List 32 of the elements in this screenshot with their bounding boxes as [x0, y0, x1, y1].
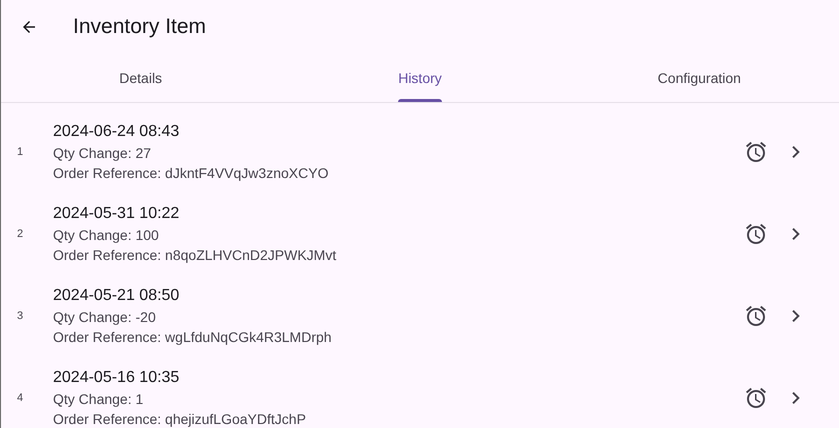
order-reference-text: Order Reference: wgLfduNqCGk4R3LMDrph	[53, 328, 333, 347]
order-reference-text: Order Reference: dJkntF4VVqJw3znoXCYO	[53, 164, 330, 183]
tab[interactable]: Details	[1, 54, 280, 102]
tab[interactable]: Configuration	[560, 54, 839, 102]
history-item[interactable]: 1 2024-06-24 08:43 Qty Change: 27 Order Reference: dJkntF4VVqJw3znoXCYO	[1, 111, 839, 193]
date-text: 2024-06-24 08:43	[53, 122, 180, 142]
row-number: 2	[16, 228, 24, 240]
qty-change-text: Qty Change: 1	[53, 390, 144, 409]
chevron-right-icon	[792, 310, 800, 322]
order-reference-text: Order Reference: n8qoZLHVCnD2JPWKJMvt	[53, 246, 338, 265]
date-text: 2024-05-21 08:50	[53, 286, 180, 306]
row-number: 3	[16, 310, 24, 322]
page-title: Inventory Item	[73, 15, 206, 39]
alarm-clock-icon	[744, 386, 768, 410]
qty-change-text: Qty Change: -20	[53, 308, 157, 327]
date-text: 2024-05-31 10:22	[53, 204, 180, 224]
alarm-clock-icon	[744, 304, 768, 328]
history-item[interactable]: 3 2024-05-21 08:50 Qty Change: -20 Order Reference: wgLfduNqCGk4R3LMDrph	[1, 275, 839, 357]
row-number: 4	[16, 392, 24, 404]
alarm-clock-icon	[744, 140, 768, 164]
row-number: 1	[16, 146, 24, 158]
order-reference-text: Order Reference: qhejizufLGoaYDftJchP	[53, 410, 307, 428]
alarm-clock-icon	[744, 222, 768, 246]
chevron-right-icon	[792, 146, 800, 158]
qty-change-text: Qty Change: 27	[53, 144, 152, 163]
qty-change-text: Qty Change: 100	[53, 226, 160, 245]
history-item[interactable]: 2 2024-05-31 10:22 Qty Change: 100 Order Reference: n8qoZLHVCnD2JPWKJMvt	[1, 193, 839, 275]
history-item[interactable]: 4 2024-05-16 10:35 Qty Change: 1 Order Reference: qhejizufLGoaYDftJchP	[1, 357, 839, 428]
tab[interactable]: History	[280, 54, 560, 102]
date-text: 2024-05-16 10:35	[53, 368, 180, 388]
chevron-right-icon	[792, 392, 800, 404]
chevron-right-icon	[792, 228, 800, 240]
